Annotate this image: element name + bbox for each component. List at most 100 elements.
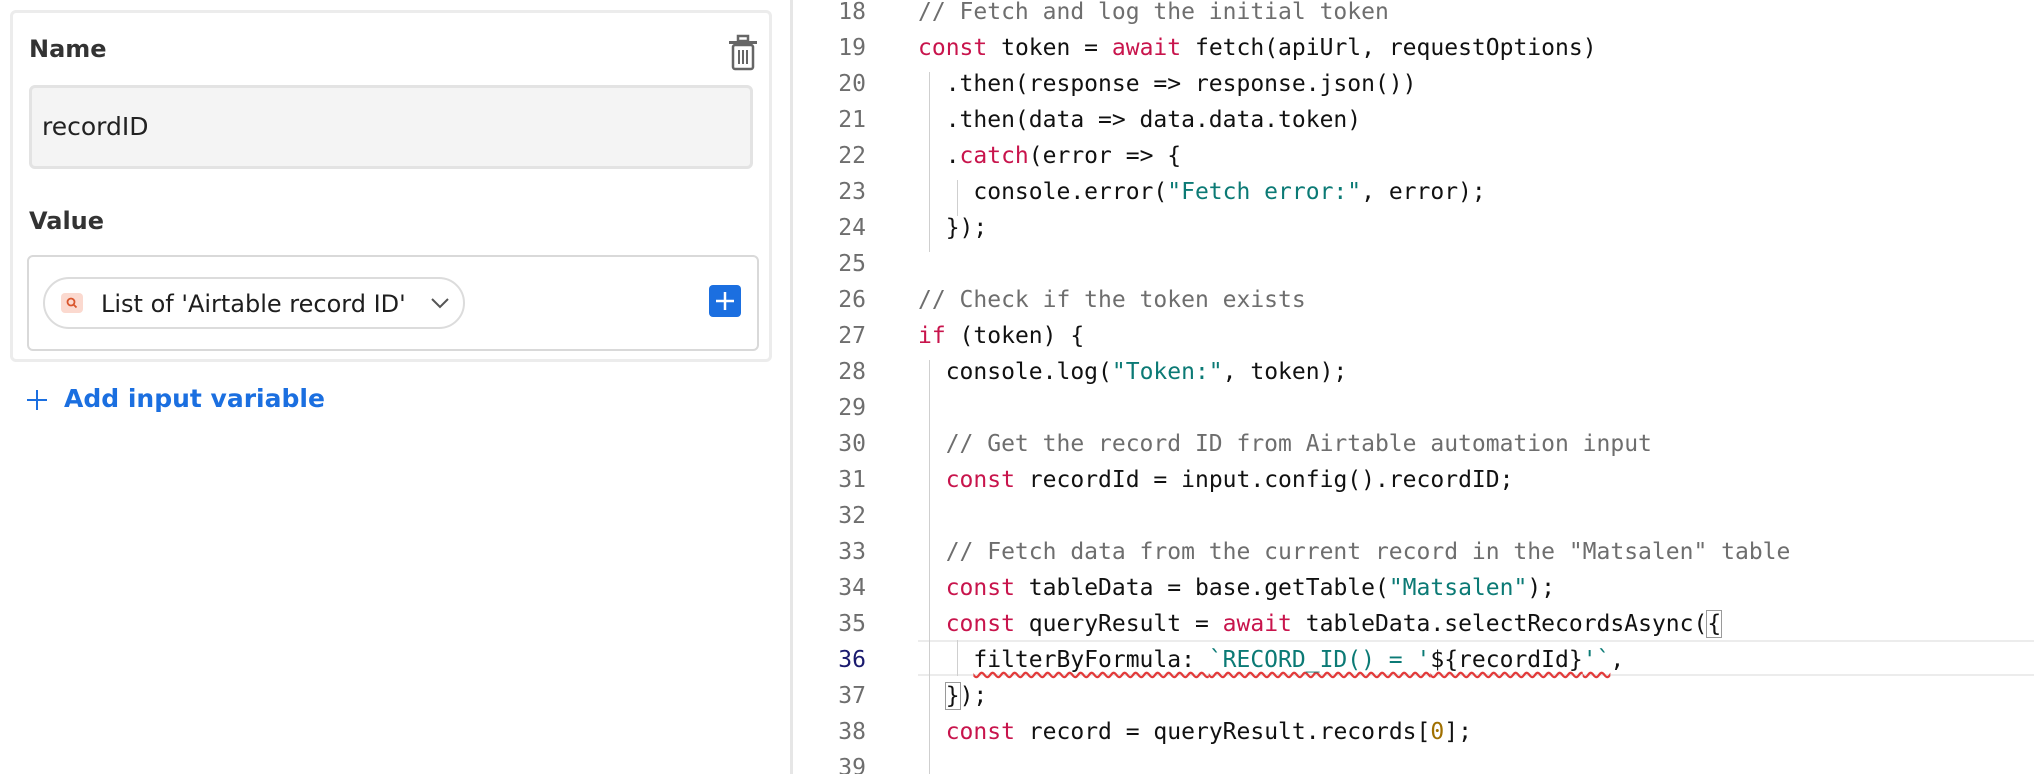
plus-icon bbox=[716, 292, 734, 310]
code-text: }); bbox=[918, 682, 987, 710]
line-number: 30 bbox=[838, 431, 866, 457]
chevron-down-icon[interactable] bbox=[429, 295, 451, 311]
code-editor[interactable]: 18 // Fetch and log the initial token 19 co… bbox=[793, 0, 2034, 774]
code-line[interactable]: 34 const tableData = base.getTable("Mats… bbox=[793, 570, 2034, 606]
code-token: "Matsalen" bbox=[1388, 575, 1528, 601]
name-input[interactable]: recordID bbox=[29, 85, 753, 169]
code-token: .then(response => response.json()) bbox=[918, 71, 1417, 97]
code-text: .then(response => response.json()) bbox=[918, 71, 1417, 97]
code-text: // Fetch data from the current record in… bbox=[918, 539, 1791, 565]
code-text: filterByFormula: `RECORD_ID() = '${recor… bbox=[918, 647, 1624, 673]
code-token: tableData.selectRecordsAsync( bbox=[1291, 611, 1708, 637]
line-number: 33 bbox=[838, 539, 866, 565]
code-line[interactable]: 22 .catch(error => { bbox=[793, 138, 2034, 174]
code-line[interactable]: 39 bbox=[793, 750, 2034, 774]
value-token-pill[interactable]: List of 'Airtable record ID' bbox=[43, 277, 465, 329]
code-line[interactable]: 31 const recordId = input.config().recor… bbox=[793, 462, 2034, 498]
line-number: 39 bbox=[838, 755, 866, 774]
trash-icon[interactable] bbox=[725, 33, 761, 73]
line-number: 35 bbox=[838, 611, 866, 637]
code-line[interactable]: 19 const token = await fetch(apiUrl, requ… bbox=[793, 30, 2034, 66]
code-token: "Token:" bbox=[1111, 359, 1223, 385]
code-token: recordId = input.config().recordID; bbox=[1014, 467, 1514, 493]
code-line[interactable]: 24 }); bbox=[793, 210, 2034, 246]
code-line[interactable]: 36 filterByFormula: `RECORD_ID() = '${re… bbox=[793, 642, 2034, 678]
add-input-variable-label: Add input variable bbox=[64, 384, 325, 413]
code-token: const bbox=[945, 575, 1015, 601]
code-line[interactable]: 23 console.error("Fetch error:", error); bbox=[793, 174, 2034, 210]
line-number: 28 bbox=[838, 359, 866, 385]
code-token: // Check if the token exists bbox=[918, 287, 1306, 313]
code-token: console.error( bbox=[918, 179, 1168, 205]
code-text: }); bbox=[918, 215, 988, 241]
insert-value-button[interactable] bbox=[709, 285, 741, 317]
line-number: 18 bbox=[838, 0, 866, 25]
code-text: const token = await fetch(apiUrl, reques… bbox=[918, 35, 1597, 61]
name-label: Name bbox=[29, 35, 107, 63]
code-line[interactable]: 18 // Fetch and log the initial token bbox=[793, 0, 2034, 30]
line-number: 23 bbox=[838, 179, 866, 205]
code-token: . bbox=[918, 143, 960, 169]
code-text: .then(data => data.data.token) bbox=[918, 107, 1361, 133]
code-line[interactable]: 28 console.log("Token:", token); bbox=[793, 354, 2034, 390]
code-text: // Check if the token exists bbox=[918, 287, 1306, 313]
code-line[interactable]: 32 bbox=[793, 498, 2034, 534]
code-token: // Fetch and log the initial token bbox=[918, 0, 1389, 25]
code-token: token = bbox=[987, 35, 1112, 61]
code-line[interactable]: 30 // Get the record ID from Airtable au… bbox=[793, 426, 2034, 462]
code-line[interactable]: 20 .then(response => response.json()) bbox=[793, 66, 2034, 102]
code-token: await bbox=[1111, 35, 1182, 61]
code-text: const tableData = base.getTable("Matsale… bbox=[918, 575, 1555, 601]
line-number: 31 bbox=[838, 467, 866, 493]
code-token: ${recordId} bbox=[1430, 647, 1583, 673]
code-token: const bbox=[945, 719, 1015, 745]
line-number: 25 bbox=[838, 251, 866, 277]
line-number: 36 bbox=[838, 647, 866, 673]
code-token: // Fetch data from the current record in… bbox=[918, 539, 1791, 565]
code-line[interactable]: 25 bbox=[793, 246, 2034, 282]
line-number: 26 bbox=[838, 287, 866, 313]
value-token-label: List of 'Airtable record ID' bbox=[101, 290, 406, 318]
code-token: const bbox=[945, 611, 1015, 637]
code-line[interactable]: 37 }); bbox=[793, 678, 2034, 714]
code-token: '` bbox=[1582, 647, 1611, 673]
value-label: Value bbox=[29, 207, 105, 235]
line-number: 24 bbox=[838, 215, 866, 241]
code-token: ); bbox=[1527, 575, 1556, 601]
line-number: 20 bbox=[838, 71, 866, 97]
code-token: const bbox=[918, 35, 988, 61]
code-token: tableData = base.getTable( bbox=[1014, 575, 1389, 601]
code-token: ]; bbox=[1444, 719, 1472, 745]
code-token: (token) { bbox=[945, 323, 1085, 349]
code-token: fetch(apiUrl, requestOptions) bbox=[1181, 35, 1597, 61]
code-token: catch bbox=[959, 143, 1029, 169]
code-text: const queryResult = await tableData.sele… bbox=[918, 610, 1723, 638]
code-token: await bbox=[1222, 611, 1292, 637]
plus-icon bbox=[27, 390, 47, 410]
code-token: `RECORD_ID() = ' bbox=[1208, 647, 1431, 673]
code-token: filterByFormula: bbox=[973, 647, 1209, 673]
value-field[interactable]: List of 'Airtable record ID' bbox=[27, 255, 759, 351]
code-token: const bbox=[945, 467, 1015, 493]
line-number: 34 bbox=[838, 575, 866, 601]
code-line[interactable]: 35 const queryResult = await tableData.s… bbox=[793, 606, 2034, 642]
code-token: , token); bbox=[1222, 359, 1348, 385]
code-line[interactable]: 27 if (token) { bbox=[793, 318, 2034, 354]
code-text: .catch(error => { bbox=[918, 143, 1181, 169]
code-line[interactable]: 29 bbox=[793, 390, 2034, 426]
line-number: 22 bbox=[838, 143, 866, 169]
input-variable-card: Name recordID Value List of 'Airtable re… bbox=[10, 10, 772, 362]
code-line[interactable]: 33 // Fetch data from the current record… bbox=[793, 534, 2034, 570]
code-token: , error); bbox=[1361, 179, 1486, 205]
code-token: .then(data => data.data.token) bbox=[918, 107, 1362, 133]
code-line[interactable]: 38 const record = queryResult.records[0]… bbox=[793, 714, 2034, 750]
code-line[interactable]: 26 // Check if the token exists bbox=[793, 282, 2034, 318]
input-variables-panel: Name recordID Value List of 'Airtable re… bbox=[0, 0, 790, 774]
code-token: , bbox=[1610, 647, 1625, 673]
code-line[interactable]: 21 .then(data => data.data.token) bbox=[793, 102, 2034, 138]
code-token: console.log( bbox=[918, 359, 1112, 385]
line-number: 29 bbox=[838, 395, 866, 421]
